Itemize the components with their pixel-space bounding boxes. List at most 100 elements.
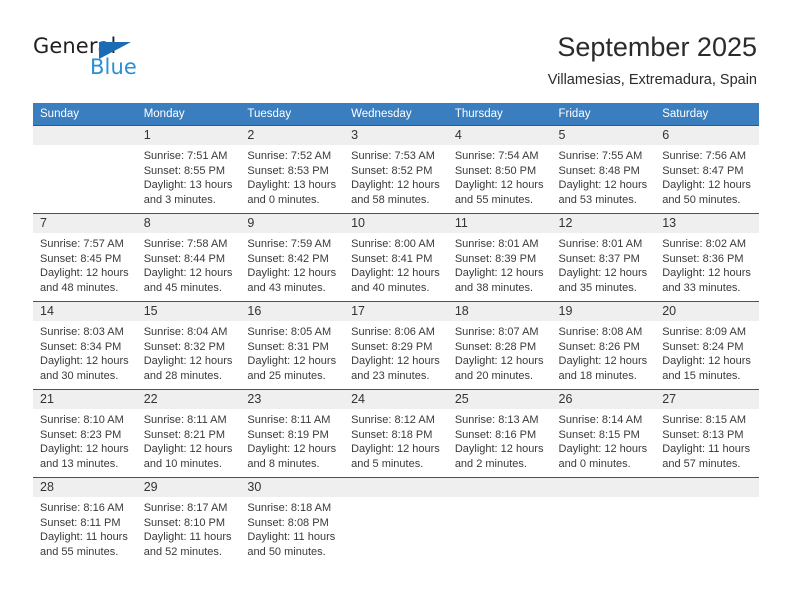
- calendar-body: 1 Sunrise: 7:51 AM Sunset: 8:55 PM Daylight…: [33, 125, 759, 565]
- day-cell[interactable]: 18 Sunrise: 8:07 AM Sunset: 8:28 PM Dayligh…: [447, 301, 552, 390]
- day-cell[interactable]: 13 Sunrise: 8:02 AM Sunset: 8:36 PM Dayligh…: [655, 213, 759, 302]
- day-number: 15: [136, 302, 241, 321]
- daylight-text: Daylight: 13 hours and 0 minutes.: [247, 179, 337, 207]
- sunset-text: Sunset: 8:13 PM: [662, 428, 744, 441]
- day-cell[interactable]: 22 Sunrise: 8:11 AM Sunset: 8:21 PM Dayligh…: [136, 389, 241, 478]
- sunset-text: Sunset: 8:52 PM: [351, 164, 433, 177]
- weekday-header-wednesday: Wednesday: [344, 103, 448, 126]
- sunrise-text: Sunrise: 8:11 AM: [143, 414, 227, 426]
- day-cell[interactable]: 26 Sunrise: 8:14 AM Sunset: 8:15 PM Dayligh…: [551, 389, 656, 478]
- brand-name-blue: Blue: [90, 55, 137, 79]
- day-number: 18: [447, 302, 552, 321]
- day-number: 10: [344, 214, 448, 233]
- sunrise-text: Sunrise: 8:03 AM: [40, 326, 124, 338]
- sunset-text: Sunset: 8:53 PM: [247, 164, 329, 177]
- day-details: Sunrise: 8:03 AM Sunset: 8:34 PM Daylight:…: [33, 321, 137, 384]
- day-cell[interactable]: 20 Sunrise: 8:09 AM Sunset: 8:24 PM Dayligh…: [655, 301, 759, 390]
- day-details: Sunrise: 7:57 AM Sunset: 8:45 PM Daylight:…: [33, 233, 137, 296]
- day-details: Sunrise: 7:52 AM Sunset: 8:53 PM Daylight:…: [240, 145, 344, 208]
- sunset-text: Sunset: 8:32 PM: [143, 340, 226, 353]
- day-details: Sunrise: 8:07 AM Sunset: 8:28 PM Daylight:…: [448, 321, 552, 384]
- day-cell[interactable]: 30 Sunrise: 8:18 AM Sunset: 8:08 PM Dayligh…: [240, 477, 345, 565]
- daylight-text: Daylight: 12 hours and 43 minutes.: [247, 267, 337, 295]
- day-number: 11: [447, 214, 552, 233]
- day-details: Sunrise: 8:12 AM Sunset: 8:18 PM Daylight:…: [344, 409, 448, 472]
- sunrise-text: Sunrise: 7:58 AM: [143, 238, 228, 250]
- sunset-text: Sunset: 8:31 PM: [247, 340, 329, 353]
- daylight-text: Daylight: 12 hours and 28 minutes.: [143, 355, 233, 383]
- day-cell[interactable]: 9 Sunrise: 7:59 AM Sunset: 8:42 PM Daylight…: [240, 213, 345, 302]
- day-number: 13: [655, 214, 759, 233]
- brand-logo[interactable]: General Blue: [33, 36, 163, 84]
- daylight-text: Daylight: 12 hours and 53 minutes.: [558, 179, 648, 207]
- sunrise-text: Sunrise: 8:12 AM: [351, 414, 435, 426]
- page-subtitle: Villamesias, Extremadura, Spain: [547, 72, 757, 88]
- sunrise-text: Sunrise: 8:00 AM: [351, 238, 435, 250]
- day-cell[interactable]: 21 Sunrise: 8:10 AM Sunset: 8:23 PM Dayligh…: [33, 389, 137, 478]
- day-cell[interactable]: 25 Sunrise: 8:13 AM Sunset: 8:16 PM Dayligh…: [447, 389, 552, 478]
- page-header: General Blue September 2025 Villamesias,…: [0, 0, 792, 100]
- day-cell[interactable]: 4 Sunrise: 7:54 AM Sunset: 8:50 PM Daylight…: [447, 125, 552, 214]
- sunrise-text: Sunrise: 8:06 AM: [351, 326, 435, 338]
- day-cell[interactable]: 28 Sunrise: 8:16 AM Sunset: 8:11 PM Dayligh…: [33, 477, 137, 565]
- daylight-text: Daylight: 12 hours and 35 minutes.: [558, 267, 648, 295]
- day-cell[interactable]: 3 Sunrise: 7:53 AM Sunset: 8:52 PM Daylight…: [344, 125, 448, 214]
- weekday-header-friday: Friday: [551, 103, 656, 126]
- day-number: 29: [136, 478, 241, 497]
- day-number: 22: [136, 390, 241, 409]
- day-details: Sunrise: 8:09 AM Sunset: 8:24 PM Daylight:…: [655, 321, 759, 384]
- sunset-text: Sunset: 8:18 PM: [351, 428, 433, 441]
- daylight-text: Daylight: 12 hours and 30 minutes.: [40, 355, 129, 383]
- day-cell[interactable]: 24 Sunrise: 8:12 AM Sunset: 8:18 PM Dayligh…: [344, 389, 448, 478]
- sunrise-text: Sunrise: 8:01 AM: [558, 238, 643, 250]
- sunrise-text: Sunrise: 8:10 AM: [40, 414, 124, 426]
- day-cell[interactable]: 10 Sunrise: 8:00 AM Sunset: 8:41 PM Dayligh…: [344, 213, 448, 302]
- day-cell[interactable]: 11 Sunrise: 8:01 AM Sunset: 8:39 PM Dayligh…: [447, 213, 552, 302]
- daylight-text: Daylight: 12 hours and 0 minutes.: [558, 443, 648, 471]
- sunrise-text: Sunrise: 7:54 AM: [454, 150, 539, 162]
- day-cell[interactable]: 8 Sunrise: 7:58 AM Sunset: 8:44 PM Daylight…: [136, 213, 241, 302]
- day-details: Sunrise: 8:14 AM Sunset: 8:15 PM Daylight:…: [552, 409, 656, 472]
- daylight-text: Daylight: 12 hours and 48 minutes.: [40, 267, 129, 295]
- daylight-text: Daylight: 12 hours and 5 minutes.: [351, 443, 440, 471]
- day-details: Sunrise: 7:53 AM Sunset: 8:52 PM Daylight:…: [344, 145, 448, 208]
- daylight-text: Daylight: 12 hours and 50 minutes.: [662, 179, 751, 207]
- sunrise-text: Sunrise: 7:56 AM: [662, 150, 746, 162]
- sunrise-text: Sunrise: 8:04 AM: [143, 326, 228, 338]
- daylight-text: Daylight: 12 hours and 55 minutes.: [454, 179, 544, 207]
- day-cell[interactable]: 2 Sunrise: 7:52 AM Sunset: 8:53 PM Daylight…: [240, 125, 345, 214]
- sunset-text: Sunset: 8:39 PM: [454, 252, 537, 265]
- daylight-text: Daylight: 12 hours and 45 minutes.: [143, 267, 233, 295]
- day-number: 25: [447, 390, 552, 409]
- sunset-text: Sunset: 8:48 PM: [558, 164, 640, 177]
- day-cell[interactable]: 6 Sunrise: 7:56 AM Sunset: 8:47 PM Daylight…: [655, 125, 759, 214]
- day-number: 2: [240, 126, 345, 145]
- daylight-text: Daylight: 12 hours and 20 minutes.: [454, 355, 544, 383]
- day-cell[interactable]: 14 Sunrise: 8:03 AM Sunset: 8:34 PM Dayligh…: [33, 301, 137, 390]
- sunrise-text: Sunrise: 8:18 AM: [247, 502, 332, 514]
- day-cell-empty: [551, 477, 656, 565]
- sunrise-text: Sunrise: 7:52 AM: [247, 150, 332, 162]
- day-cell[interactable]: 29 Sunrise: 8:17 AM Sunset: 8:10 PM Dayligh…: [136, 477, 241, 565]
- day-details: Sunrise: 8:02 AM Sunset: 8:36 PM Daylight:…: [655, 233, 759, 296]
- day-cell[interactable]: 15 Sunrise: 8:04 AM Sunset: 8:32 PM Dayligh…: [136, 301, 241, 390]
- sunset-text: Sunset: 8:34 PM: [40, 340, 122, 353]
- day-cell[interactable]: 12 Sunrise: 8:01 AM Sunset: 8:37 PM Dayligh…: [551, 213, 656, 302]
- day-cell[interactable]: 1 Sunrise: 7:51 AM Sunset: 8:55 PM Daylight…: [136, 125, 241, 214]
- day-details: Sunrise: 8:10 AM Sunset: 8:23 PM Daylight:…: [33, 409, 137, 472]
- day-cell[interactable]: 5 Sunrise: 7:55 AM Sunset: 8:48 PM Daylight…: [551, 125, 656, 214]
- daylight-text: Daylight: 12 hours and 15 minutes.: [662, 355, 751, 383]
- day-cell[interactable]: 17 Sunrise: 8:06 AM Sunset: 8:29 PM Dayligh…: [344, 301, 448, 390]
- sunset-text: Sunset: 8:11 PM: [40, 516, 121, 529]
- day-cell[interactable]: 23 Sunrise: 8:11 AM Sunset: 8:19 PM Dayligh…: [240, 389, 345, 478]
- day-cell[interactable]: 7 Sunrise: 7:57 AM Sunset: 8:45 PM Daylight…: [33, 213, 137, 302]
- day-number: 20: [655, 302, 759, 321]
- sunset-text: Sunset: 8:15 PM: [558, 428, 640, 441]
- day-cell[interactable]: 19 Sunrise: 8:08 AM Sunset: 8:26 PM Dayligh…: [551, 301, 656, 390]
- weekday-header-monday: Monday: [136, 103, 241, 126]
- day-cell[interactable]: 16 Sunrise: 8:05 AM Sunset: 8:31 PM Dayligh…: [240, 301, 345, 390]
- weekday-header-saturday: Saturday: [655, 103, 759, 126]
- day-number: 9: [240, 214, 345, 233]
- day-cell[interactable]: 27 Sunrise: 8:15 AM Sunset: 8:13 PM Dayligh…: [655, 389, 759, 478]
- day-number: [655, 478, 759, 497]
